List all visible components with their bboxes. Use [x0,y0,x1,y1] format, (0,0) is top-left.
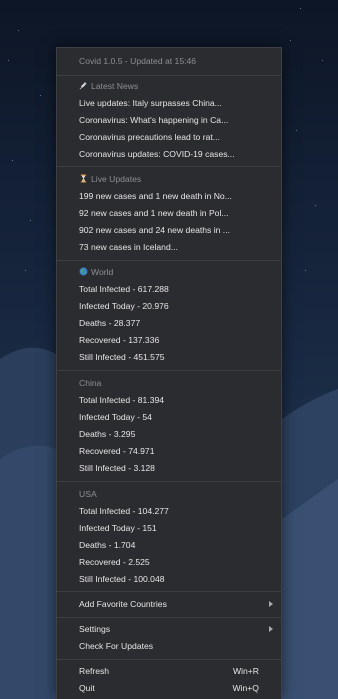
separator [57,617,281,618]
section-header-label: Latest News [91,81,139,91]
world-stat-infected-today[interactable]: Infected Today - 20.976 [79,298,259,315]
tray-context-menu: Covid 1.0.5 - Updated at 15:46 Latest Ne… [56,47,282,699]
separator [57,659,281,660]
world-stat-deaths[interactable]: Deaths - 28.377 [79,315,259,332]
usa-stat-still-infected[interactable]: Still Infected - 100.048 [79,571,259,588]
news-item[interactable]: Coronavirus: What's happening in Ca... [79,112,259,129]
news-item[interactable]: Coronavirus updates: COVID-19 cases... [79,146,259,163]
world-stat-total-infected[interactable]: Total Infected - 617.288 [79,281,259,298]
section-header-label: World [91,267,114,277]
check-for-updates-item[interactable]: Check For Updates [79,638,259,655]
separator [57,75,281,76]
app-title: Covid 1.0.5 - Updated at 15:46 [79,56,197,66]
live-update-item[interactable]: 73 new cases in Iceland... [79,239,259,256]
section-header-world: World [79,264,259,281]
world-stat-recovered[interactable]: Recovered - 137.336 [79,332,259,349]
syringe-icon [79,81,87,90]
separator [57,166,281,167]
separator [57,370,281,371]
usa-stat-deaths[interactable]: Deaths - 1.704 [79,537,259,554]
separator [57,481,281,482]
quit-shortcut: Win+Q [232,683,259,693]
separator [57,591,281,592]
usa-stat-total-infected[interactable]: Total Infected - 104.277 [79,503,259,520]
china-stat-infected-today[interactable]: Infected Today - 54 [79,409,259,426]
china-stat-recovered[interactable]: Recovered - 74.971 [79,443,259,460]
live-update-item[interactable]: 902 new cases and 24 new deaths in ... [79,222,259,239]
live-update-item[interactable]: 199 new cases and 1 new death in No... [79,188,259,205]
news-item[interactable]: Coronavirus precautions lead to rat... [79,129,259,146]
china-stat-still-infected[interactable]: Still Infected - 3.128 [79,460,259,477]
chevron-right-icon [269,626,273,632]
live-update-item[interactable]: 92 new cases and 1 new death in Pol... [79,205,259,222]
china-stat-total-infected[interactable]: Total Infected - 81.394 [79,392,259,409]
news-item[interactable]: Live updates: Italy surpasses China... [79,95,259,112]
section-header-live-updates: Live Updates [79,171,259,188]
section-header-usa: USA [79,489,97,499]
hourglass-icon [80,174,87,183]
china-stat-deaths[interactable]: Deaths - 3.295 [79,426,259,443]
refresh-shortcut: Win+R [232,666,259,676]
section-header-label: Live Updates [91,174,142,184]
usa-stat-infected-today[interactable]: Infected Today - 151 [79,520,259,537]
settings-item[interactable]: Settings [79,621,259,638]
usa-stat-recovered[interactable]: Recovered - 2.525 [79,554,259,571]
add-favorite-countries-item[interactable]: Add Favorite Countries [79,596,259,613]
chevron-right-icon [269,601,273,607]
section-header-latest-news: Latest News [79,78,259,95]
globe-icon [79,267,88,276]
world-stat-still-infected[interactable]: Still Infected - 451.575 [79,349,259,366]
section-header-china: China [79,378,102,388]
separator [57,260,281,261]
